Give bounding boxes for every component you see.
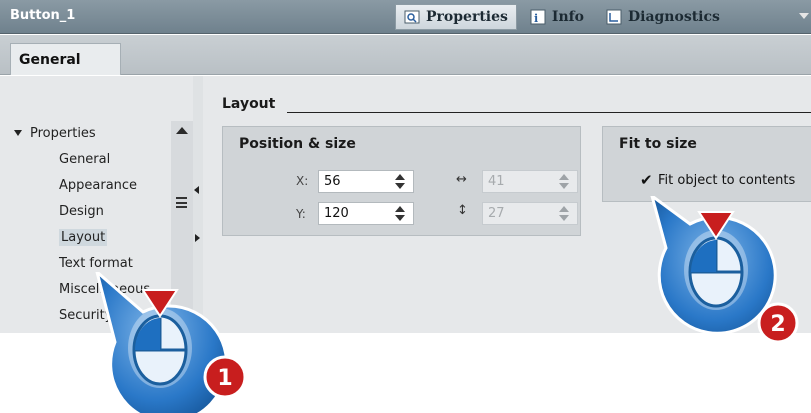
inspector-tabs: Properties i Info Diagnostics [395, 4, 733, 32]
sub-tab-strip: General [0, 35, 811, 75]
spin-down-icon [559, 183, 569, 189]
tree-item-layout[interactable]: Layout [10, 225, 175, 251]
width-spin-buttons [551, 171, 577, 192]
spin-down-icon [559, 215, 569, 221]
y-field[interactable]: 120 [318, 202, 414, 225]
inspector-titlebar: Button_1 Properties i Info Diagnostics [0, 0, 811, 34]
spin-up-icon[interactable] [395, 206, 405, 212]
scroll-up-icon[interactable] [176, 127, 188, 134]
height-spin-buttons [551, 203, 577, 224]
svg-text:i: i [534, 12, 538, 25]
expand-triangle-icon[interactable] [14, 130, 22, 136]
fit-object-label[interactable]: Fit object to contents [658, 173, 795, 188]
fit-to-size-title: Fit to size [619, 136, 697, 152]
section-divider [287, 112, 811, 113]
tab-general[interactable]: General [10, 43, 121, 75]
position-size-title: Position & size [239, 136, 356, 152]
width-icon: ↔ [456, 172, 467, 187]
mouse-click-callout-2: 2 [650, 196, 799, 344]
object-name: Button_1 [10, 8, 76, 23]
tab-properties[interactable]: Properties [395, 4, 517, 30]
height-field: 27 [482, 202, 578, 225]
diagnostics-icon [606, 9, 622, 25]
x-label: X: [296, 174, 309, 188]
fit-to-size-group: Fit to size [602, 126, 811, 202]
expand-right-icon[interactable] [195, 234, 200, 242]
step-2-number: 2 [770, 312, 785, 337]
width-value: 41 [488, 174, 505, 189]
properties-icon [404, 10, 420, 24]
spin-up-icon [559, 206, 569, 212]
spin-down-icon[interactable] [395, 215, 405, 221]
tree-item-design[interactable]: Design [10, 199, 175, 225]
spin-up-icon [559, 174, 569, 180]
tab-info-label: Info [551, 9, 584, 25]
x-spin-buttons[interactable] [387, 171, 413, 192]
y-label: Y: [296, 207, 306, 221]
fit-object-checkbox[interactable]: ✔ [640, 172, 654, 188]
y-value: 120 [324, 206, 349, 221]
x-value: 56 [324, 174, 341, 189]
height-value: 27 [488, 206, 505, 221]
height-icon: ↕ [457, 203, 468, 218]
tab-info[interactable]: i Info [521, 4, 593, 30]
step-1-number: 1 [217, 366, 232, 391]
section-title: Layout [222, 96, 276, 112]
tree-item-appearance[interactable]: Appearance [10, 173, 175, 199]
mouse-click-callout-1: 1 [95, 272, 247, 413]
more-tabs-icon[interactable] [799, 13, 809, 19]
tab-diagnostics-label: Diagnostics [627, 9, 720, 25]
spin-down-icon[interactable] [395, 183, 405, 189]
tree-item-general[interactable]: General [10, 147, 175, 173]
collapse-left-icon[interactable] [194, 186, 199, 194]
info-icon: i [530, 9, 546, 25]
tab-properties-label: Properties [426, 9, 508, 25]
scroll-grip-icon[interactable] [176, 197, 187, 208]
x-field[interactable]: 56 [318, 170, 414, 193]
tab-diagnostics[interactable]: Diagnostics [597, 4, 729, 30]
tree-root-properties[interactable]: Properties [10, 121, 175, 147]
width-field: 41 [482, 170, 578, 193]
spin-up-icon[interactable] [395, 174, 405, 180]
y-spin-buttons[interactable] [387, 203, 413, 224]
